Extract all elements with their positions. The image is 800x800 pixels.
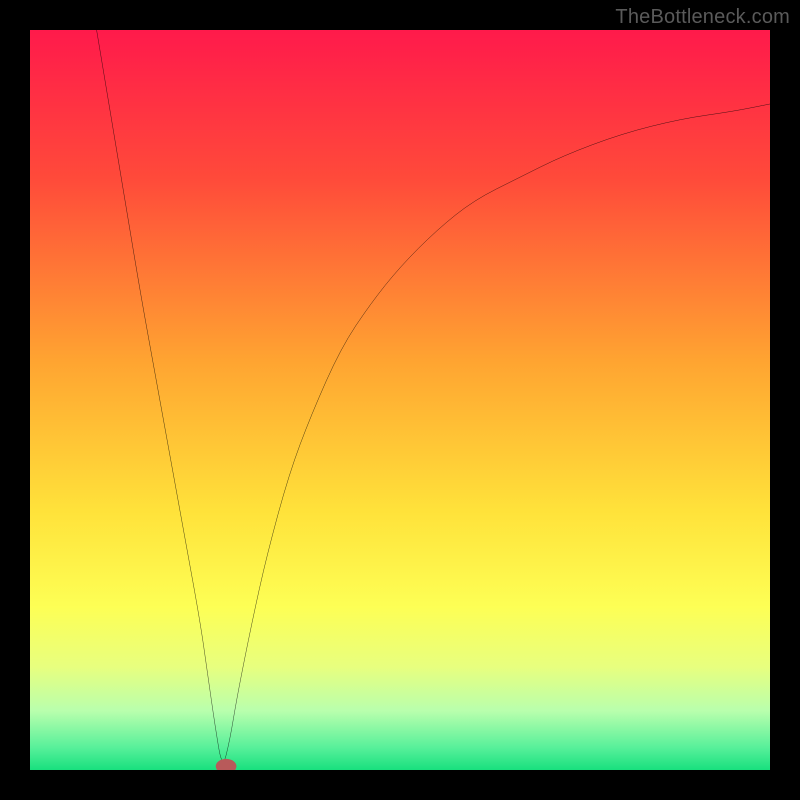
- watermark-text: TheBottleneck.com: [615, 6, 790, 29]
- chart-background: [30, 30, 770, 770]
- chart-frame: TheBottleneck.com: [0, 0, 800, 800]
- bottleneck-chart: [30, 30, 770, 770]
